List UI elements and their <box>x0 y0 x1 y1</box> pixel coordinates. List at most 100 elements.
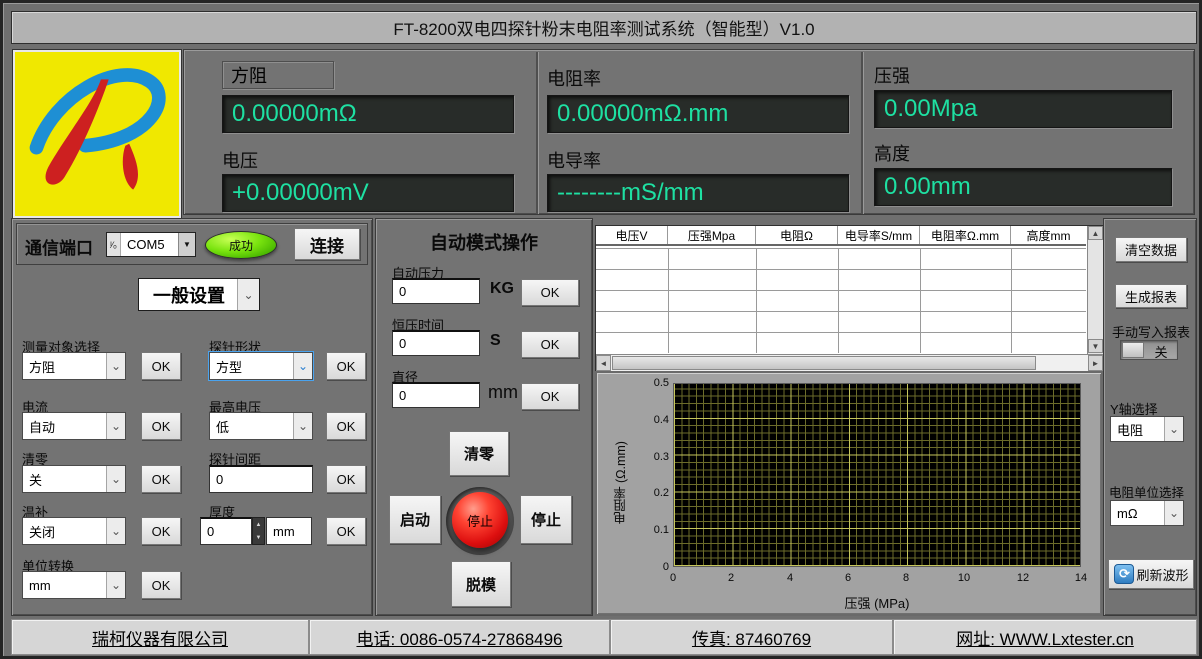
y-tick: 0.5 <box>639 377 669 389</box>
data-table: 电压V 压强Mpa 电阻Ω 电导率S/mm 电阻率Ω.mm 高度mm ▲ ▼ ◄… <box>595 225 1103 371</box>
ok-button[interactable]: OK <box>521 331 579 358</box>
measurement-display-panel: 方阻 0.00000mΩ 电压 +0.00000mV 电阻率 0.00000mΩ… <box>183 49 1195 215</box>
plot-area <box>673 383 1081 567</box>
auto-mode-title: 自动模式操作 <box>376 229 592 255</box>
resistance-unit-label: 电阻单位选择 <box>1109 482 1184 501</box>
settings-panel: 通信端口 ᴵ⁄ₒ COM5 ▼ 成功 连接 一般设置 ⌄ 测量对象选择 方阻 ⌄… <box>11 218 373 616</box>
toggle-state-text: 关 <box>1145 342 1177 361</box>
chevron-down-icon[interactable]: ⌄ <box>237 279 259 310</box>
x-axis-label: 压强 (MPa) <box>673 593 1081 612</box>
scroll-up-icon[interactable]: ▲ <box>1088 226 1103 240</box>
y-tick: 0.2 <box>639 487 669 499</box>
ok-button[interactable]: OK <box>326 517 366 545</box>
scroll-down-icon[interactable]: ▼ <box>1088 339 1103 353</box>
probe-shape-value: 方型 <box>210 353 293 379</box>
spinner-up-icon[interactable]: ▲ <box>253 518 264 531</box>
thickness-unit-box: mm <box>266 517 312 545</box>
connect-button[interactable]: 连接 <box>294 228 360 260</box>
auto-pressure-unit: KG <box>490 280 514 298</box>
io-icon: ᴵ⁄ₒ <box>107 233 121 256</box>
unit-convert-value: mm <box>23 572 106 598</box>
company-name: 瑞柯仪器有限公司 <box>11 619 309 655</box>
start-button[interactable]: 启动 <box>389 495 441 544</box>
combo-arrow-icon[interactable]: ▼ <box>178 233 195 256</box>
x-tick: 12 <box>1008 572 1038 584</box>
temp-comp-select[interactable]: 关闭 ⌄ <box>22 517 126 545</box>
clear-data-button[interactable]: 清空数据 <box>1115 237 1187 262</box>
y-tick: 0.1 <box>639 524 669 536</box>
sheet-resistance-value: 0.00000mΩ <box>222 95 514 133</box>
max-voltage-select[interactable]: 低 ⌄ <box>209 412 313 440</box>
generate-report-button[interactable]: 生成报表 <box>1115 284 1187 308</box>
ok-button[interactable]: OK <box>141 517 181 545</box>
ok-button[interactable]: OK <box>521 383 579 410</box>
auto-mode-panel: 自动模式操作 自动压力 0 KG OK 恒压时间 0 S OK 直径 0 mm … <box>375 218 593 616</box>
chevron-down-icon[interactable]: ⌄ <box>293 353 312 379</box>
website-link[interactable]: 网址: WWW.Lxtester.cn <box>893 619 1197 655</box>
resistance-unit-select[interactable]: mΩ ⌄ <box>1110 500 1184 526</box>
thickness-spinner[interactable]: ▲ ▼ <box>252 517 265 545</box>
y-axis-select[interactable]: 电阻 ⌄ <box>1110 416 1184 442</box>
pressure-label: 压强 <box>874 62 910 88</box>
chevron-down-icon[interactable]: ⌄ <box>106 466 125 492</box>
ok-button[interactable]: OK <box>141 571 181 599</box>
measure-object-select[interactable]: 方阻 ⌄ <box>22 352 126 380</box>
zero-button[interactable]: 清零 <box>449 431 509 476</box>
demold-button[interactable]: 脱模 <box>451 561 511 607</box>
resistance-unit-value: mΩ <box>1111 501 1164 525</box>
manual-report-label: 手动写入报表 <box>1106 322 1196 341</box>
scroll-left-icon[interactable]: ◄ <box>596 355 611 371</box>
stop-button[interactable]: 停止 <box>520 495 572 544</box>
chevron-down-icon[interactable]: ⌄ <box>106 572 125 598</box>
column-header: 高度mm <box>1011 226 1086 244</box>
emergency-stop-button[interactable]: 停止 <box>452 492 508 548</box>
toggle-handle[interactable] <box>1122 342 1144 358</box>
comm-port-group: 通信端口 ᴵ⁄ₒ COM5 ▼ 成功 连接 <box>16 223 368 265</box>
spinner-down-icon[interactable]: ▼ <box>253 531 264 544</box>
settings-mode-select[interactable]: 一般设置 ⌄ <box>138 278 260 311</box>
chevron-down-icon[interactable]: ⌄ <box>293 413 312 439</box>
table-vscrollbar[interactable]: ▲ ▼ <box>1087 226 1103 354</box>
chevron-down-icon[interactable]: ⌄ <box>106 518 125 544</box>
app-window: FT-8200双电四探针粉末电阻率测试系统（智能型）V1.0 方阻 0.0000… <box>0 0 1202 659</box>
height-label: 高度 <box>874 140 910 166</box>
auto-pressure-input[interactable]: 0 <box>392 278 480 304</box>
refresh-waveform-button[interactable]: ⟳ 刷新波形 <box>1108 559 1194 589</box>
ok-button[interactable]: OK <box>141 352 181 380</box>
com-port-select[interactable]: ᴵ⁄ₒ COM5 ▼ <box>106 232 196 257</box>
y-axis-label: 电阻率 (Ω.mm) <box>611 418 630 548</box>
diameter-input[interactable]: 0 <box>392 382 480 408</box>
column-header: 电压V <box>596 226 668 244</box>
ok-button[interactable]: OK <box>141 465 181 493</box>
x-tick: 6 <box>833 572 863 584</box>
y-tick: 0.4 <box>639 414 669 426</box>
com-port-value: COM5 <box>121 233 178 256</box>
table-body <box>596 248 1086 353</box>
thickness-input[interactable]: 0 <box>200 517 252 545</box>
ok-button[interactable]: OK <box>326 412 366 440</box>
table-hscrollbar[interactable]: ◄ ► <box>596 354 1104 371</box>
chevron-down-icon[interactable]: ⌄ <box>106 353 125 379</box>
ok-button[interactable]: OK <box>326 465 366 493</box>
x-tick: 0 <box>658 572 688 584</box>
chevron-down-icon[interactable]: ⌄ <box>1164 417 1183 441</box>
current-select[interactable]: 自动 ⌄ <box>22 412 126 440</box>
ok-button[interactable]: OK <box>141 412 181 440</box>
hold-time-input[interactable]: 0 <box>392 330 480 356</box>
ok-button[interactable]: OK <box>521 279 579 306</box>
probe-spacing-input[interactable]: 0 <box>209 465 313 493</box>
height-value: 0.00mm <box>874 168 1172 206</box>
y-axis-select-value: 电阻 <box>1111 417 1164 441</box>
probe-shape-select[interactable]: 方型 ⌄ <box>209 352 313 380</box>
unit-convert-select[interactable]: mm ⌄ <box>22 571 126 599</box>
chevron-down-icon[interactable]: ⌄ <box>106 413 125 439</box>
ok-button[interactable]: OK <box>326 352 366 380</box>
scroll-right-icon[interactable]: ► <box>1088 355 1103 371</box>
waveform-graph: 0.5 0.4 0.3 0.2 0.1 0 0 2 4 6 8 10 12 14… <box>595 371 1103 616</box>
manual-report-toggle[interactable]: 关 <box>1120 340 1178 360</box>
voltage-label: 电压 <box>222 147 258 173</box>
zeroing-value: 关 <box>23 466 106 492</box>
chevron-down-icon[interactable]: ⌄ <box>1164 501 1183 525</box>
hscroll-thumb[interactable] <box>612 356 1036 370</box>
zeroing-select[interactable]: 关 ⌄ <box>22 465 126 493</box>
